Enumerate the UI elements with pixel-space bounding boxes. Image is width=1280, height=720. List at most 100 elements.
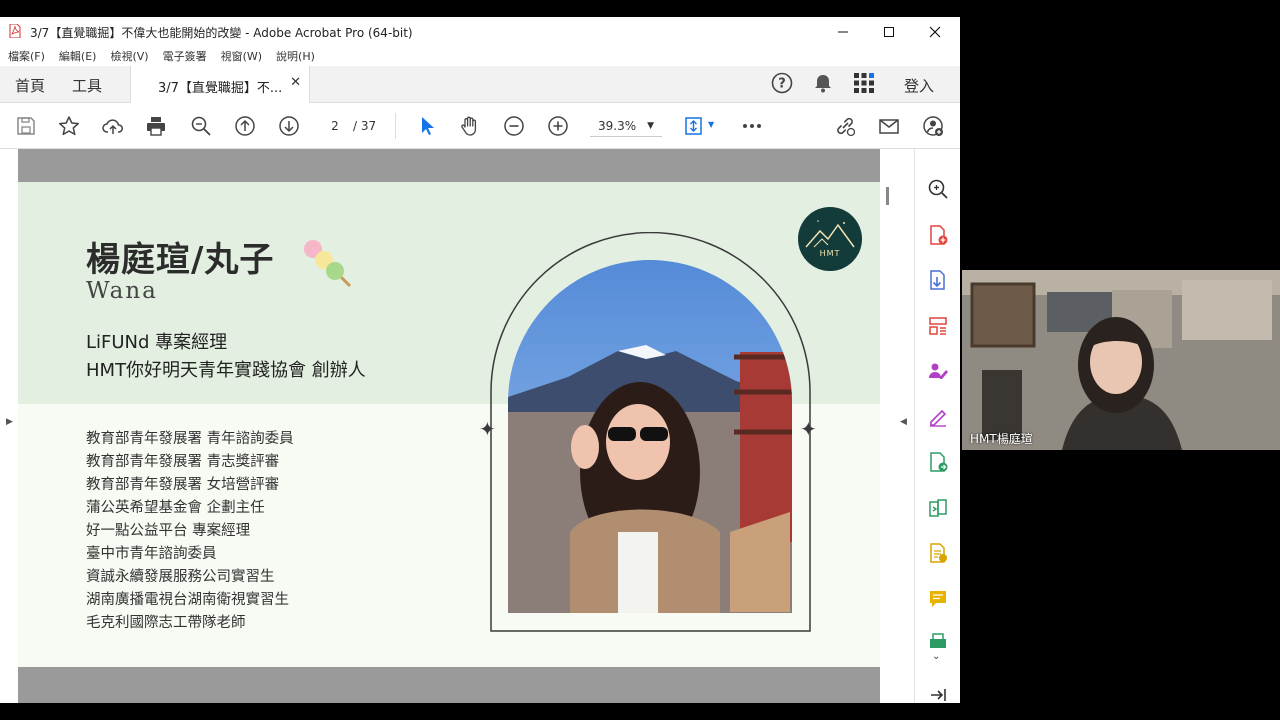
zoom-out-button[interactable] bbox=[502, 114, 526, 138]
scrollbar-thumb[interactable] bbox=[886, 187, 889, 205]
search-tool-button[interactable] bbox=[926, 177, 950, 201]
maximize-icon bbox=[884, 26, 894, 37]
create-pdf-icon bbox=[930, 225, 948, 245]
fit-dropdown-caret-icon[interactable]: ▼ bbox=[708, 120, 714, 129]
dango-icon bbox=[304, 240, 352, 288]
printer-icon bbox=[147, 117, 165, 136]
speaker-role: HMT你好明天青年實踐協會 創辦人 bbox=[86, 360, 366, 381]
right-tools-panel: ⌄ bbox=[914, 149, 960, 703]
experience-item: 湖南廣播電視台湖南衛視實習生 bbox=[86, 592, 289, 608]
hand-icon bbox=[461, 116, 477, 136]
svg-text:?: ? bbox=[778, 77, 786, 92]
portrait-photo bbox=[490, 232, 811, 632]
search-button[interactable] bbox=[189, 114, 213, 138]
bookmark-star-button[interactable] bbox=[57, 114, 81, 138]
vertical-scrollbar[interactable]: ◀ bbox=[880, 149, 914, 703]
more-tools-button[interactable] bbox=[740, 114, 764, 138]
experience-item: 教育部青年發展署 女培營評審 bbox=[86, 477, 280, 493]
zoom-level-value: 39.3% bbox=[598, 119, 637, 133]
menu-view[interactable]: 檢視(V) bbox=[110, 48, 148, 64]
tab-home[interactable]: 首頁 bbox=[15, 75, 45, 96]
tab-document[interactable]: 3/7【直覺職掘】不... ✕ bbox=[130, 66, 310, 103]
left-panel-toggle[interactable]: ▶ bbox=[0, 149, 18, 703]
collapse-panel-icon bbox=[931, 689, 946, 701]
video-participant-tile[interactable]: HMT楊庭瑄 bbox=[962, 270, 1280, 450]
speaker-role: LiFUNd 專案經理 bbox=[86, 332, 228, 353]
tab-close-icon[interactable]: ✕ bbox=[290, 75, 301, 90]
star-icon bbox=[58, 116, 80, 136]
request-signatures-button[interactable] bbox=[926, 359, 950, 383]
signin-link[interactable]: 登入 bbox=[904, 75, 934, 96]
zoom-level-dropdown[interactable]: 39.3% ▼ bbox=[590, 116, 662, 137]
organize-pages-button[interactable] bbox=[926, 314, 950, 338]
slide-content: 楊庭瑄/丸子 Wana LiFUNd 專案經理 HMT你好明天青年實踐協會 創辦… bbox=[18, 182, 880, 667]
speaker-name: 楊庭瑄/丸子 bbox=[86, 240, 275, 280]
zoom-in-button[interactable] bbox=[546, 114, 570, 138]
document-viewer[interactable]: ▶ 楊庭瑄/丸子 Wana LiFUNd 專案經理 HMT你好明天青年實踐協會 … bbox=[0, 149, 914, 703]
notification-bell-icon[interactable] bbox=[812, 72, 834, 94]
chevron-down-icon: ▼ bbox=[647, 121, 654, 131]
tab-bar: 首頁 工具 3/7【直覺職掘】不... ✕ ? 登入 bbox=[0, 66, 960, 103]
email-button[interactable] bbox=[877, 114, 901, 138]
share-link-button[interactable] bbox=[833, 114, 857, 138]
fill-sign-button[interactable] bbox=[926, 405, 950, 429]
acrobat-window: 3/7【直覺職掘】不偉大也能開始的改變 - Adobe Acrobat Pro … bbox=[0, 17, 960, 703]
fit-page-button[interactable] bbox=[682, 114, 706, 138]
cloud-upload-icon bbox=[102, 119, 123, 134]
scan-ocr-button[interactable] bbox=[926, 629, 950, 653]
create-pdf-button[interactable] bbox=[926, 223, 950, 247]
save-button[interactable] bbox=[14, 114, 38, 138]
minimize-icon bbox=[838, 31, 848, 32]
page-total: / 37 bbox=[353, 119, 377, 133]
arrow-down-circle-icon bbox=[279, 116, 299, 136]
title-bar: 3/7【直覺職掘】不偉大也能開始的改變 - Adobe Acrobat Pro … bbox=[0, 17, 960, 46]
export-pdf-button[interactable] bbox=[926, 268, 950, 292]
edit-pdf-button[interactable] bbox=[926, 541, 950, 565]
fit-page-icon bbox=[685, 117, 702, 135]
print-button[interactable] bbox=[144, 114, 168, 138]
menu-esign[interactable]: 電子簽署 bbox=[163, 48, 207, 64]
toolbar-divider bbox=[395, 113, 396, 139]
speaker-english-name: Wana bbox=[86, 278, 158, 304]
link-share-icon bbox=[837, 117, 856, 137]
experience-item: 好一點公益平台 專案經理 bbox=[86, 523, 251, 539]
collapse-tools-button[interactable] bbox=[926, 683, 950, 703]
menu-file[interactable]: 檔案(F) bbox=[8, 48, 45, 64]
share-pdf-button[interactable] bbox=[926, 450, 950, 474]
tab-tools[interactable]: 工具 bbox=[72, 75, 102, 96]
hand-tool-button[interactable] bbox=[458, 114, 482, 138]
experience-item: 蒲公英希望基金會 企劃主任 bbox=[86, 500, 265, 516]
page-number-input[interactable]: 2 bbox=[318, 116, 352, 136]
collapse-right-panel-icon[interactable]: ◀ bbox=[900, 417, 907, 427]
close-icon bbox=[929, 26, 941, 37]
export-pdf-icon bbox=[930, 270, 945, 290]
menu-help[interactable]: 說明(H) bbox=[276, 48, 315, 64]
menu-edit[interactable]: 編輯(E) bbox=[59, 48, 97, 64]
minimize-button[interactable] bbox=[820, 17, 866, 46]
menu-window[interactable]: 視窗(W) bbox=[221, 48, 262, 64]
pen-sign-icon bbox=[930, 409, 947, 427]
experience-list: 教育部青年發展署 青年諮詢委員 教育部青年發展署 青志獎評審 教育部青年發展署 … bbox=[86, 428, 294, 635]
select-tool-button[interactable] bbox=[415, 114, 439, 138]
experience-item: 臺中市青年諮詢委員 bbox=[86, 546, 217, 562]
experience-item: 教育部青年發展署 青年諮詢委員 bbox=[86, 431, 294, 447]
upload-cloud-button[interactable] bbox=[101, 114, 125, 138]
chevron-down-icon[interactable]: ⌄ bbox=[932, 651, 940, 662]
maximize-button[interactable] bbox=[866, 17, 912, 46]
window-title: 3/7【直覺職掘】不偉大也能開始的改變 - Adobe Acrobat Pro … bbox=[30, 26, 413, 40]
previous-page-button[interactable] bbox=[233, 114, 257, 138]
help-icon[interactable]: ? bbox=[771, 72, 793, 94]
add-user-icon bbox=[923, 116, 943, 136]
expand-left-panel-icon[interactable]: ▶ bbox=[6, 417, 13, 427]
envelope-icon bbox=[879, 119, 899, 134]
next-page-button[interactable] bbox=[277, 114, 301, 138]
add-user-button[interactable] bbox=[921, 114, 945, 138]
organize-pages-icon bbox=[929, 317, 947, 335]
sparkle-decoration-icon: ✦ bbox=[479, 417, 496, 441]
apps-grid-icon[interactable] bbox=[853, 72, 875, 94]
close-window-button[interactable] bbox=[912, 17, 958, 46]
scan-icon bbox=[930, 633, 946, 648]
share-pdf-icon bbox=[930, 452, 948, 472]
comment-button[interactable] bbox=[926, 587, 950, 611]
compare-files-button[interactable] bbox=[926, 496, 950, 520]
